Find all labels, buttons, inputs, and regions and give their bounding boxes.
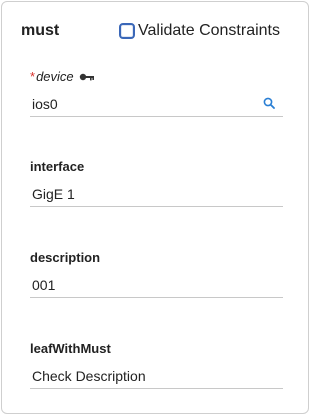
interface-input-row: [30, 182, 283, 207]
leaf-with-must-input-row: [30, 364, 283, 389]
search-icon[interactable]: [263, 97, 275, 109]
device-input[interactable]: [30, 93, 252, 115]
leaf-with-must-input[interactable]: [30, 365, 252, 387]
validate-constraints-checkbox[interactable]: [119, 23, 135, 39]
field-description: description: [30, 250, 283, 298]
field-leaf-with-must: leafWithMust: [30, 341, 283, 389]
key-icon: [79, 73, 94, 81]
description-input-row: [30, 273, 283, 298]
leaf-with-must-field-label: leafWithMust: [30, 341, 111, 356]
interface-field-label: interface: [30, 159, 85, 174]
panel-title: must: [21, 22, 60, 39]
interface-input[interactable]: [30, 183, 252, 205]
field-device: * device: [30, 69, 283, 117]
form-panel: must Validate Constraints * device int: [1, 1, 309, 414]
description-input[interactable]: [30, 274, 252, 296]
description-field-label: description: [30, 250, 101, 265]
field-interface: interface: [30, 159, 283, 207]
panel-header: must Validate Constraints: [2, 2, 308, 60]
required-marker: *: [30, 69, 36, 84]
validate-constraints-toggle[interactable]: Validate Constraints: [119, 20, 280, 42]
validate-constraints-label: Validate Constraints: [138, 22, 280, 39]
device-input-row: [30, 92, 283, 117]
device-label-text: device: [36, 69, 74, 84]
device-field-label: * device: [30, 69, 283, 85]
